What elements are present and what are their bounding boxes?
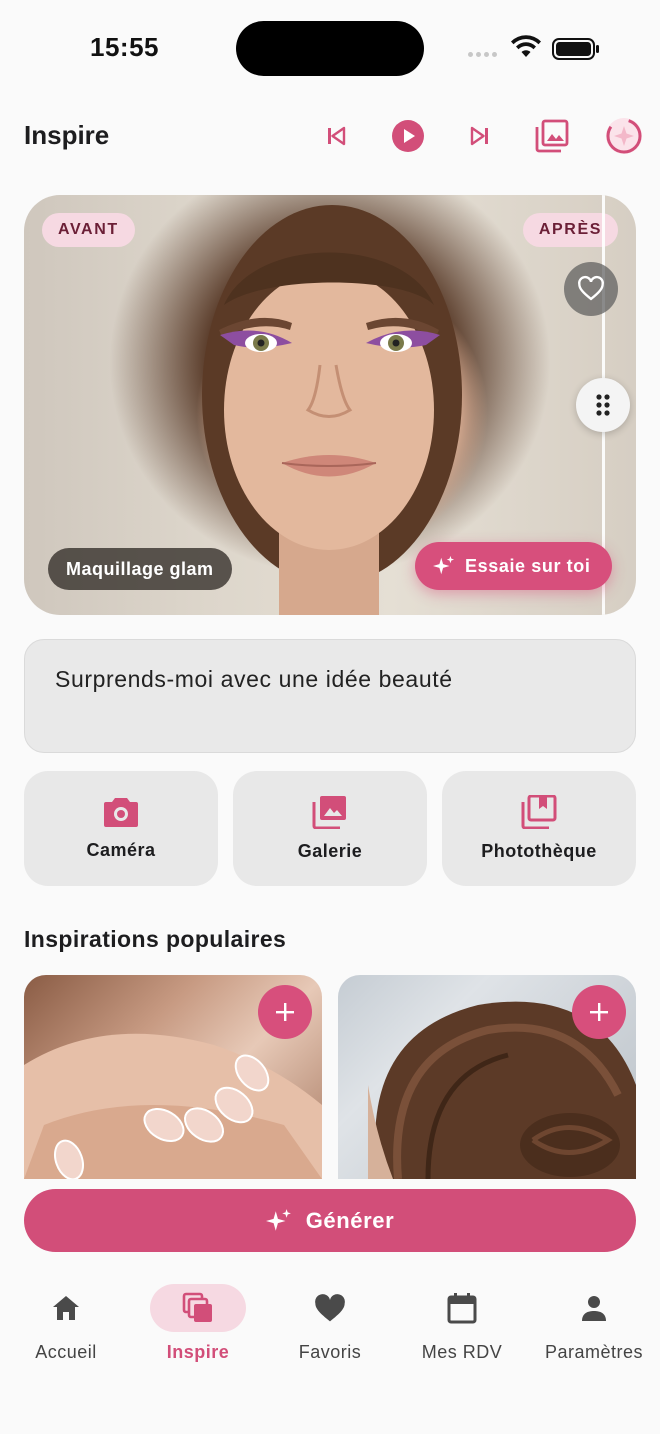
library-button[interactable]	[530, 114, 574, 158]
drag-dots-icon	[596, 394, 610, 416]
nav-label-favorites: Favoris	[298, 1342, 362, 1362]
wifi-icon	[511, 35, 541, 57]
home-icon-wrapper	[18, 1284, 114, 1332]
home-icon	[53, 1296, 79, 1320]
camera-button[interactable]: Caméra	[24, 771, 218, 886]
nav-item-favorites[interactable]: Favoris	[264, 1284, 396, 1363]
heart-icon	[315, 1294, 345, 1322]
photo-library-label: Photothèque	[481, 841, 597, 861]
sparkle-icon	[265, 1208, 291, 1231]
plus-icon	[590, 1003, 608, 1021]
inspiration-card-nails[interactable]	[24, 975, 322, 1179]
nav-item-appointments[interactable]: Mes RDV	[396, 1284, 528, 1363]
add-button[interactable]	[258, 985, 312, 1039]
dynamic-island	[236, 21, 424, 76]
heart-icon-wrapper	[282, 1284, 378, 1332]
calendar-icon	[447, 1293, 477, 1324]
before-after-preview[interactable]: AVANT APRÈS Maquillage glam Essaie sur t…	[24, 195, 636, 615]
heart-outline-icon	[578, 275, 604, 301]
calendar-icon-wrapper	[414, 1284, 510, 1332]
nav-label-settings: Paramètres	[544, 1342, 644, 1362]
inspire-icon-wrapper	[150, 1284, 246, 1332]
inspiration-card-hair[interactable]	[338, 975, 636, 1179]
sparkle-icon	[433, 555, 455, 575]
prompt-input[interactable]: Surprends-moi avec une idée beauté	[24, 639, 636, 753]
try-on-label: Essaie sur toi	[465, 555, 591, 576]
skip-previous-icon	[328, 126, 346, 146]
nav-item-inspire[interactable]: Inspire	[132, 1284, 264, 1363]
gallery-label: Galerie	[297, 841, 363, 861]
gallery-button[interactable]: Galerie	[233, 771, 427, 886]
page-title: Inspire	[24, 120, 110, 150]
nav-item-settings[interactable]: Paramètres	[528, 1284, 660, 1363]
plus-icon	[276, 1003, 294, 1021]
add-button[interactable]	[572, 985, 626, 1039]
nav-label-appointments: Mes RDV	[421, 1342, 503, 1362]
try-on-button[interactable]: Essaie sur toi	[415, 542, 613, 590]
camera-label: Caméra	[86, 840, 156, 860]
person-icon-wrapper	[546, 1284, 642, 1332]
nav-label-home: Accueil	[35, 1342, 97, 1362]
play-icon	[392, 120, 424, 152]
generate-button[interactable]: Générer	[24, 1189, 636, 1252]
look-label: Maquillage glam	[48, 548, 232, 590]
status-time: 15:55	[90, 32, 159, 62]
play-button[interactable]	[386, 114, 430, 158]
comparison-drag-handle[interactable]	[576, 378, 630, 432]
person-icon	[582, 1296, 606, 1321]
photo-library-button[interactable]: Photothèque	[442, 771, 636, 886]
before-tag: AVANT	[42, 213, 135, 247]
inspire-icon	[182, 1292, 212, 1322]
skip-next-icon	[470, 126, 488, 146]
nav-item-home[interactable]: Accueil	[0, 1284, 132, 1363]
generate-label: Générer	[305, 1207, 395, 1233]
favorite-button[interactable]	[564, 262, 618, 316]
camera-icon	[104, 798, 138, 827]
photo-library-icon	[535, 119, 569, 153]
battery-icon	[552, 38, 599, 60]
status-bar: 15:55	[0, 0, 660, 96]
next-button[interactable]	[458, 114, 502, 158]
bottom-navigation: Accueil Inspire Favoris Mes RDV Paramètr…	[0, 1262, 660, 1434]
gallery-icon	[312, 796, 346, 829]
popular-section-title: Inspirations populaires	[24, 926, 287, 952]
ai-sparkle-avatar-icon	[606, 118, 642, 154]
previous-button[interactable]	[314, 114, 358, 158]
nav-label-inspire: Inspire	[166, 1342, 230, 1362]
cellular-signal-icon	[468, 52, 497, 57]
profile-ai-button[interactable]	[602, 114, 646, 158]
photo-library-icon	[521, 795, 557, 829]
